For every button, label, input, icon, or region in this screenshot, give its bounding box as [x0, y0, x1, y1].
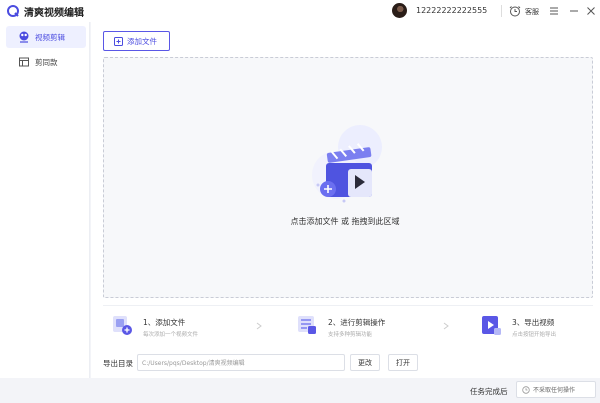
username[interactable]: 12222222222555 — [416, 6, 487, 15]
add-file-icon — [113, 316, 132, 335]
clock-icon — [522, 385, 530, 394]
sidebar: 视频剪辑 剪同款 — [0, 22, 90, 378]
add-file-button[interactable]: 添加文件 — [103, 31, 170, 51]
step-desc: 每次添加一个视频文件 — [143, 332, 199, 338]
menu-icon[interactable] — [548, 5, 560, 17]
minimize-icon[interactable] — [568, 5, 580, 17]
step-title: 3、导出视频 — [512, 318, 555, 327]
sidebar-item-label: 视频剪辑 — [35, 32, 65, 42]
scissors-film-icon — [19, 31, 29, 43]
step-edit: 2、进行剪辑操作 支持多种剪辑功能 — [296, 306, 446, 346]
add-file-label: 添加文件 — [127, 36, 157, 46]
export-video-icon — [482, 316, 501, 335]
sidebar-item-label: 剪同款 — [35, 57, 58, 67]
step-desc: 点击按钮开始导出 — [512, 332, 557, 338]
step-add-file: 1、添加文件 每次添加一个视频文件 — [111, 306, 251, 346]
step-desc: 支持多种剪辑功能 — [328, 332, 373, 338]
step-title: 2、进行剪辑操作 — [328, 318, 386, 327]
output-dir-label: 导出目录 — [103, 359, 133, 368]
on-complete-value: 不采取任何操作 — [533, 387, 576, 394]
app-title: 清爽视频编辑 — [24, 8, 84, 19]
template-icon — [19, 57, 29, 67]
edit-icon — [298, 316, 316, 334]
status-bar — [0, 378, 600, 403]
step-export: 3、导出视频 点击按钮开始导出 — [480, 306, 592, 346]
chevron-right-icon — [256, 322, 262, 330]
avatar[interactable] — [392, 3, 407, 18]
title-bar: 清爽视频编辑 12222222222555 客服 — [0, 0, 600, 22]
on-complete-label: 任务完成后 — [470, 387, 508, 396]
video-clapper-icon — [312, 125, 382, 203]
output-dir-input[interactable] — [137, 354, 345, 371]
clock-icon[interactable] — [509, 5, 521, 17]
sidebar-item-video-edit[interactable]: 视频剪辑 — [6, 26, 86, 48]
step-title: 1、添加文件 — [143, 318, 186, 327]
sidebar-item-template[interactable]: 剪同款 — [6, 51, 86, 73]
chevron-right-icon — [443, 322, 449, 330]
open-dir-button[interactable]: 打开 — [388, 354, 418, 371]
divider — [501, 5, 502, 17]
service-label[interactable]: 客服 — [525, 7, 539, 17]
close-icon[interactable] — [585, 5, 597, 17]
add-file-icon — [114, 36, 123, 46]
on-complete-select[interactable]: 不采取任何操作 — [516, 381, 596, 398]
change-dir-button[interactable]: 更改 — [350, 354, 380, 371]
app-logo-icon — [7, 5, 19, 17]
drop-zone-hint: 点击添加文件 或 拖拽到此区域 — [290, 217, 400, 226]
